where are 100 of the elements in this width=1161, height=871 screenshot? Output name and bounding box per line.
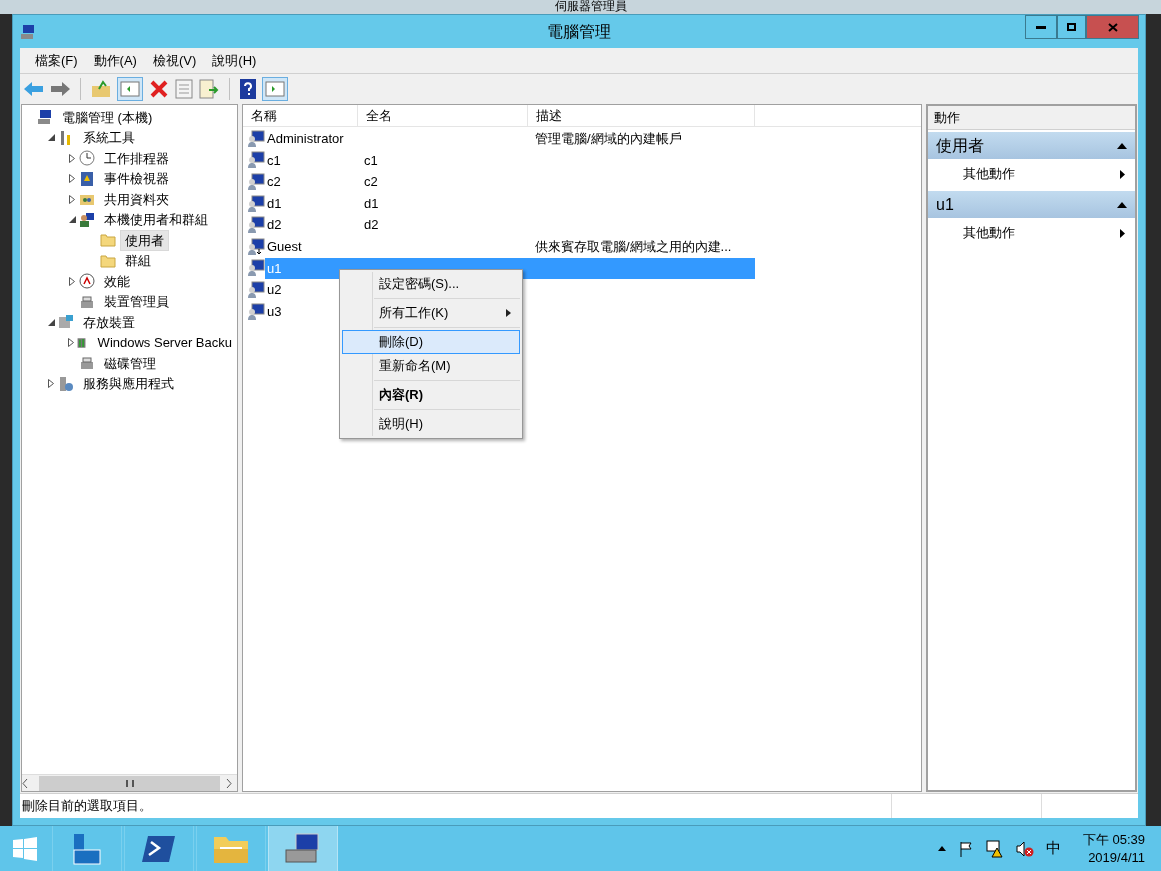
column-header[interactable]: 名稱 [243, 105, 358, 126]
context-menu-item[interactable]: 內容(R) [342, 383, 520, 407]
menu-item[interactable]: 說明(H) [207, 50, 262, 71]
tree-item[interactable]: 本機使用者和群組 [99, 209, 213, 231]
clock-icon [79, 150, 95, 167]
actions-header: 動作 [928, 106, 1135, 130]
export-list-icon[interactable] [199, 79, 219, 99]
tree-item[interactable]: 群組 [120, 250, 156, 272]
computer-management-icon [284, 831, 322, 866]
tree-item[interactable]: 電腦管理 (本機) [57, 106, 158, 128]
full-name-cell-text: c2 [364, 173, 378, 192]
device-icon [79, 293, 95, 310]
context-menu-item[interactable]: 重新命名(M) [342, 354, 520, 378]
users-icon [79, 211, 95, 228]
tree-item[interactable]: 磁碟管理 [99, 352, 161, 374]
horizontal-scrollbar[interactable] [22, 774, 237, 791]
context-menu-item[interactable]: 所有工作(K) [342, 301, 520, 325]
tree-item[interactable]: 服務與應用程式 [78, 373, 179, 395]
full-name-cell-text: c1 [364, 151, 378, 170]
gauge-icon [79, 273, 95, 290]
expanded-arrow-icon[interactable] [47, 318, 55, 326]
collapsed-arrow-icon[interactable] [69, 153, 75, 163]
server-icon [70, 831, 104, 866]
action-item[interactable]: 其他動作 [928, 218, 1135, 248]
clock-time[interactable]: 下午 05:39 [1082, 830, 1145, 849]
up-folder-icon[interactable] [91, 80, 111, 98]
column-header[interactable]: 描述 [528, 105, 755, 126]
action-section-header[interactable]: 使用者 [928, 132, 1135, 159]
user-icon [247, 259, 265, 278]
user-icon [247, 173, 265, 191]
collapsed-arrow-icon[interactable] [48, 379, 54, 389]
tree-item[interactable]: 裝置管理員 [99, 291, 174, 313]
user-icon [247, 280, 265, 299]
action-item[interactable]: 其他動作 [928, 159, 1135, 189]
show-hidden-icons-icon[interactable] [937, 846, 946, 851]
device-icon [79, 355, 95, 372]
collapsed-arrow-icon[interactable] [69, 174, 75, 184]
collapse-arrow-icon[interactable] [1117, 142, 1127, 149]
guest-user-icon [247, 237, 265, 256]
name-cell[interactable]: c1 [265, 150, 361, 171]
close-button[interactable] [1086, 15, 1139, 39]
menu-item[interactable]: 動作(A) [88, 50, 142, 71]
windows-logo-icon [13, 836, 37, 861]
tree-item[interactable]: 存放裝置 [78, 311, 140, 333]
scroll-left-icon[interactable] [22, 778, 28, 788]
submenu-arrow-icon [1120, 169, 1125, 179]
user-icon [247, 302, 265, 321]
context-menu-item[interactable]: 刪除(D) [342, 330, 520, 354]
tree-item[interactable]: 工作排程器 [99, 147, 174, 169]
tree-item[interactable]: Windows Server Backu [92, 332, 237, 354]
collapsed-arrow-icon[interactable] [69, 276, 75, 286]
flag-icon[interactable] [957, 840, 974, 857]
name-cell[interactable]: Administrator [265, 129, 361, 149]
computer-icon [20, 23, 36, 40]
tree-item[interactable]: 效能 [99, 270, 135, 292]
user-icon [247, 216, 265, 235]
input-method-indicator[interactable]: 中 [1045, 837, 1061, 860]
storage-icon [58, 314, 74, 331]
delete-icon[interactable] [149, 79, 169, 99]
computer-icon [37, 109, 53, 126]
background-window-title: 伺服器管理員 [554, 0, 627, 13]
back-arrow-icon[interactable] [24, 81, 44, 97]
event-log-icon [79, 170, 95, 187]
tree-item[interactable]: 共用資料夾 [99, 188, 174, 210]
minimize-button[interactable] [1025, 15, 1057, 39]
folder-icon [100, 232, 116, 249]
taskbar-app[interactable] [124, 826, 194, 871]
name-cell[interactable]: d1 [265, 193, 361, 214]
user-icon [247, 129, 265, 148]
collapsed-arrow-icon[interactable] [69, 194, 75, 204]
menu-item[interactable]: 檢視(V) [147, 50, 202, 71]
scrollbar-thumb[interactable] [39, 775, 220, 791]
tree-item[interactable]: 使用者 [120, 229, 169, 251]
expanded-arrow-icon[interactable] [47, 134, 55, 142]
description-cell-text: 管理電腦/網域的內建帳戶 [535, 130, 682, 149]
description-cell-text: 供來賓存取電腦/網域之用的內建... [535, 238, 732, 256]
network-warning-icon[interactable] [985, 839, 1004, 858]
scroll-right-icon[interactable] [225, 778, 232, 788]
tree-item[interactable]: 系統工具 [78, 127, 140, 149]
taskbar-app[interactable] [268, 826, 338, 871]
name-cell[interactable]: Guest [265, 237, 361, 257]
forward-arrow-icon[interactable] [50, 81, 70, 97]
clock-date[interactable]: 2019/4/11 [1088, 848, 1145, 867]
taskbar-app[interactable] [52, 826, 122, 871]
submenu-arrow-icon [506, 309, 511, 317]
window-title: 電腦管理 [547, 21, 611, 42]
menu-item[interactable]: 檔案(F) [30, 50, 83, 71]
expanded-arrow-icon[interactable] [68, 216, 76, 224]
name-cell[interactable]: c2 [265, 172, 361, 192]
muted-speaker-icon[interactable] [1015, 839, 1034, 858]
collapsed-arrow-icon[interactable] [67, 338, 74, 348]
column-header[interactable]: 全名 [358, 105, 528, 126]
full-name-cell-text: d1 [364, 194, 379, 213]
folder-icon [100, 252, 116, 269]
help-icon[interactable] [240, 79, 256, 99]
name-cell[interactable]: d2 [265, 215, 361, 235]
tree-item[interactable]: 事件檢視器 [99, 168, 174, 190]
context-menu-item[interactable]: 說明(H) [342, 412, 520, 436]
action-section-header[interactable]: u1 [928, 191, 1135, 218]
collapse-arrow-icon[interactable] [1117, 201, 1127, 208]
